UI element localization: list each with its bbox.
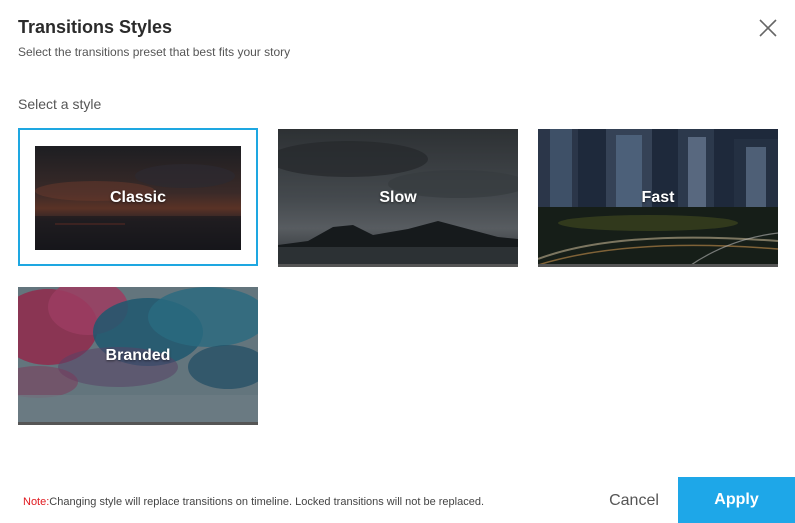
style-label-branded: Branded — [105, 347, 171, 364]
style-label-classic: Classic — [109, 189, 167, 206]
close-button[interactable] — [755, 15, 781, 41]
footer-note: Note:Changing style will replace transit… — [23, 496, 484, 508]
close-icon — [759, 19, 777, 37]
dialog-subtitle: Select the transitions preset that best … — [18, 45, 291, 59]
slow-underline — [278, 264, 518, 267]
note-text: Changing style will replace transitions … — [49, 496, 485, 508]
cancel-button[interactable]: Cancel — [590, 478, 678, 523]
branded-underline — [18, 422, 258, 425]
style-tile-branded[interactable]: Branded — [18, 287, 258, 425]
style-tile-classic[interactable]: Classic — [18, 128, 258, 266]
style-label-fast: Fast — [641, 189, 675, 206]
style-tile-slow[interactable]: Slow — [278, 129, 518, 267]
style-tile-fast[interactable]: Fast — [538, 129, 778, 267]
note-label: Note: — [23, 496, 50, 508]
style-label-slow: Slow — [379, 189, 417, 206]
dialog-title: Transitions Styles — [18, 17, 173, 37]
section-label: Select a style — [18, 96, 102, 112]
apply-button[interactable]: Apply — [678, 477, 795, 523]
fast-underline — [538, 264, 778, 267]
